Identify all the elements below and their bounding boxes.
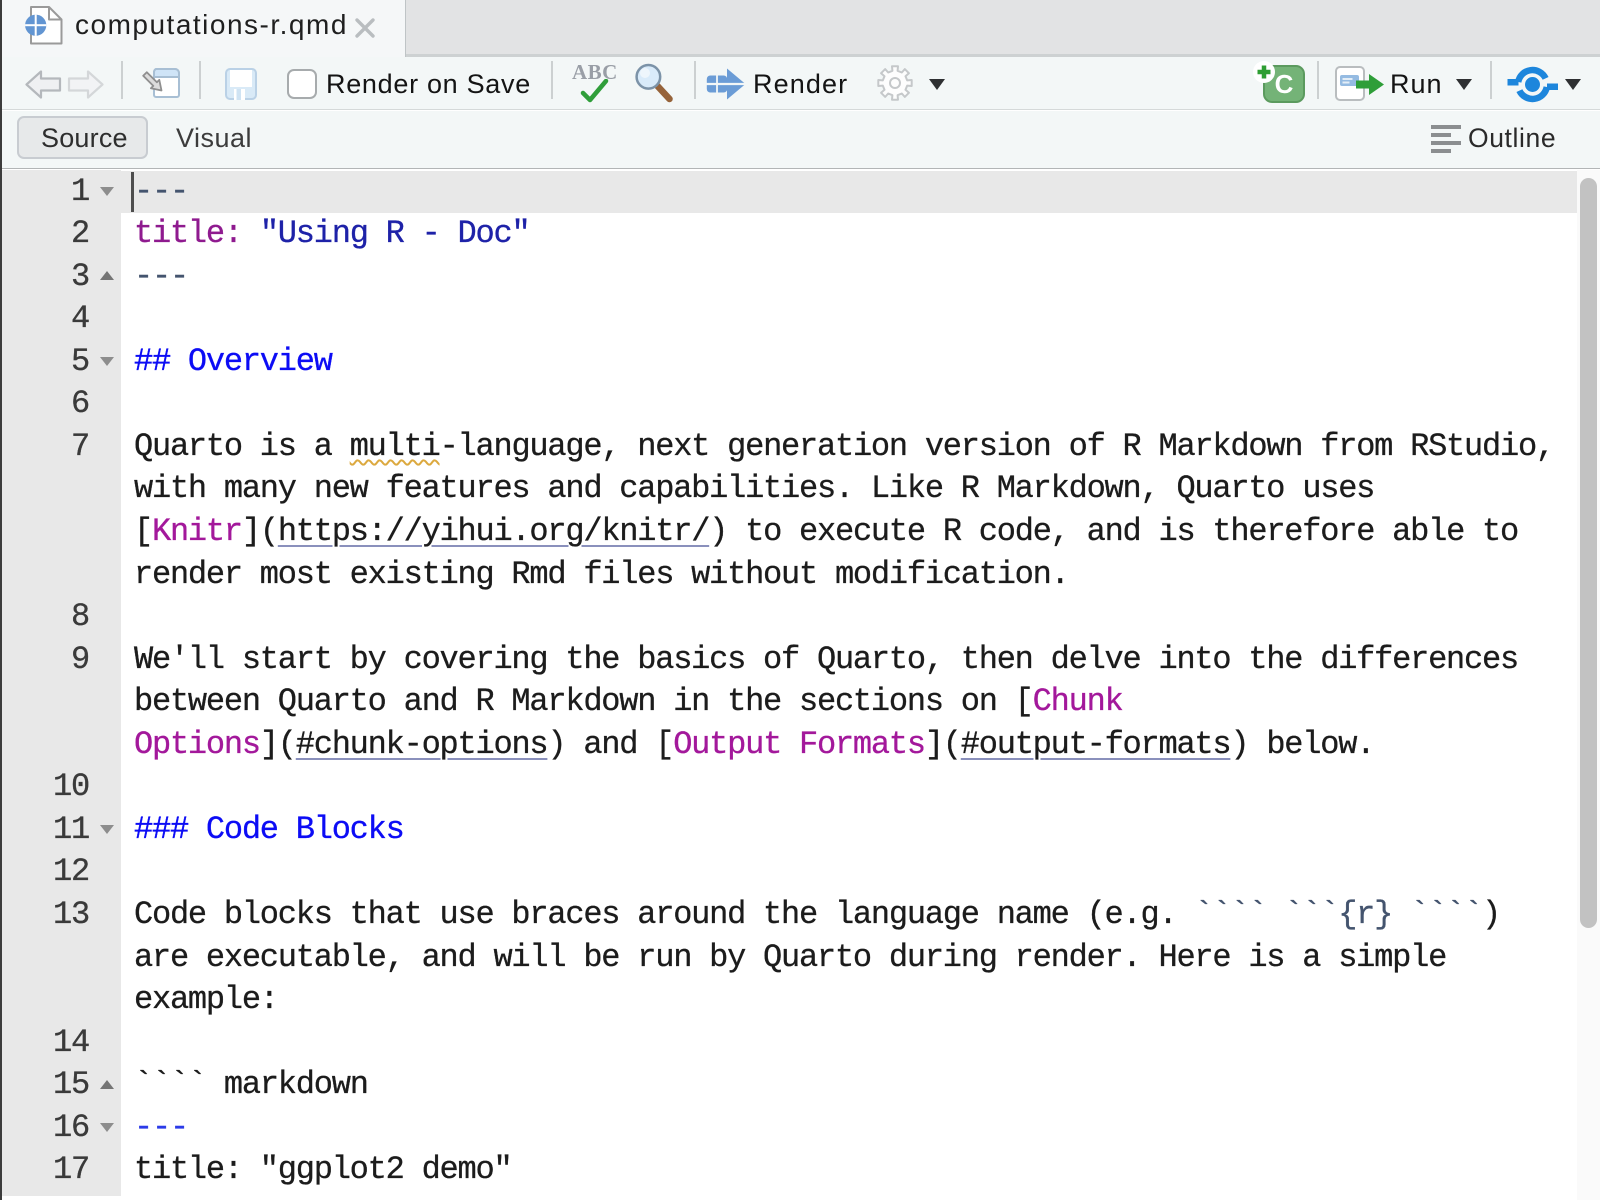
svg-text:C: C <box>1275 69 1294 99</box>
